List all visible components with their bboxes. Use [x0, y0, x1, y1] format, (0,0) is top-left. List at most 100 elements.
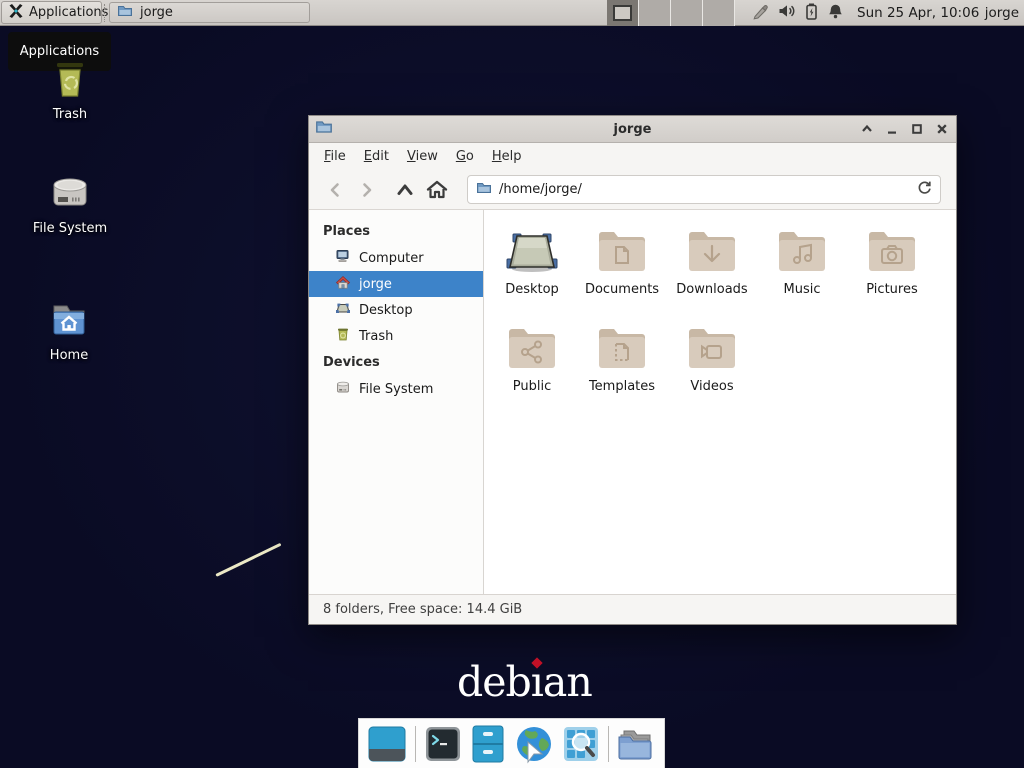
notifications-bell-icon[interactable]: [827, 3, 844, 24]
file-label: Music: [757, 282, 847, 297]
folder-icon[interactable]: [616, 724, 656, 764]
volume-icon[interactable]: [778, 3, 796, 23]
window-titlebar[interactable]: jorge: [309, 116, 956, 143]
workspace-1[interactable]: [607, 0, 639, 26]
file-label: Public: [487, 379, 577, 394]
computer-icon: [335, 248, 351, 268]
taskbar-window-label: jorge: [140, 5, 173, 20]
menu-go[interactable]: Go: [447, 145, 483, 168]
workspace-3[interactable]: [671, 0, 703, 26]
status-text: 8 folders, Free space: 14.4 GiB: [323, 602, 522, 617]
desktop-icon-trash[interactable]: Trash: [22, 55, 118, 122]
pictures-folder-icon: [847, 224, 937, 280]
location-path[interactable]: /home/jorge/: [499, 182, 910, 197]
workspace-switcher[interactable]: [607, 0, 735, 26]
file-item-documents[interactable]: Documents: [577, 224, 667, 321]
minimize-button[interactable]: [884, 121, 900, 137]
sidebar: Places Computer: [309, 210, 484, 595]
documents-folder-icon: [577, 224, 667, 280]
sidebar-item-label: Trash: [359, 329, 393, 344]
forward-button[interactable]: [351, 176, 383, 204]
file-item-music[interactable]: Music: [757, 224, 847, 321]
sidebar-item-file-system[interactable]: File System: [309, 376, 483, 402]
reload-icon[interactable]: [917, 180, 932, 199]
templates-folder-icon: [577, 321, 667, 377]
menu-view[interactable]: View: [398, 145, 447, 168]
videos-folder-icon: [667, 321, 757, 377]
web-browser-icon[interactable]: [514, 724, 554, 764]
window-folder-icon: [315, 118, 333, 140]
battery-icon[interactable]: [805, 3, 818, 24]
location-bar[interactable]: /home/jorge/: [467, 175, 941, 204]
file-label: Pictures: [847, 282, 937, 297]
terminal-icon[interactable]: [424, 724, 462, 764]
file-item-public[interactable]: Public: [487, 321, 577, 418]
downloads-folder-icon: [667, 224, 757, 280]
dock-separator: [415, 726, 416, 762]
sidebar-item-label: File System: [359, 382, 433, 397]
app-finder-icon[interactable]: [562, 724, 600, 764]
shade-button[interactable]: [859, 121, 875, 137]
debian-logo: debıan: [457, 658, 592, 706]
harddrive-icon: [22, 169, 118, 217]
sidebar-item-jorge[interactable]: jorge: [309, 271, 483, 297]
file-item-pictures[interactable]: Pictures: [847, 224, 937, 321]
file-item-downloads[interactable]: Downloads: [667, 224, 757, 321]
public-share-folder-icon: [487, 321, 577, 377]
panel-handle[interactable]: [104, 4, 107, 22]
file-item-videos[interactable]: Videos: [667, 321, 757, 418]
menu-help[interactable]: Help: [483, 145, 531, 168]
debian-logo-text: deb: [457, 658, 531, 706]
file-manager-window: jorge File Edit View Go Help: [308, 115, 957, 625]
sidebar-item-label: jorge: [359, 277, 392, 292]
file-label: Downloads: [667, 282, 757, 297]
taskbar-window-button[interactable]: jorge: [109, 2, 310, 23]
trash-icon: [335, 326, 351, 346]
menu-file[interactable]: File: [315, 145, 355, 168]
toolbar: /home/jorge/: [309, 170, 956, 210]
location-folder-icon: [476, 180, 492, 200]
file-item-templates[interactable]: Templates: [577, 321, 667, 418]
panel-username[interactable]: jorge: [985, 0, 1019, 26]
panel-clock[interactable]: Sun 25 Apr, 10:06: [857, 0, 979, 26]
desktop-icon-file-system[interactable]: File System: [22, 169, 118, 236]
menu-bar: File Edit View Go Help: [309, 143, 956, 170]
sidebar-item-computer[interactable]: Computer: [309, 245, 483, 271]
dock-separator: [608, 726, 609, 762]
music-folder-icon: [757, 224, 847, 280]
file-label: Videos: [667, 379, 757, 394]
workspace-2[interactable]: [639, 0, 671, 26]
sidebar-item-label: Computer: [359, 251, 424, 266]
sidebar-item-desktop[interactable]: Desktop: [309, 297, 483, 323]
home-icon: [335, 274, 351, 294]
back-button[interactable]: [319, 176, 351, 204]
desktop-root: Applications jorge: [0, 0, 1024, 768]
folder-icon: [117, 3, 133, 23]
desktop-icon-label: Home: [21, 348, 117, 363]
cursor-streak: [215, 543, 281, 577]
debian-logo-text: an: [543, 658, 592, 706]
maximize-button[interactable]: [909, 121, 925, 137]
menu-edit[interactable]: Edit: [355, 145, 398, 168]
file-manager-icon[interactable]: [470, 724, 506, 764]
sidebar-item-trash[interactable]: Trash: [309, 323, 483, 349]
file-item-desktop[interactable]: Desktop: [487, 224, 577, 321]
workspace-4[interactable]: [703, 0, 735, 26]
desktop-icon: [335, 300, 351, 320]
home-button[interactable]: [421, 176, 453, 204]
close-button[interactable]: [934, 121, 950, 137]
pen-tablet-icon[interactable]: [751, 2, 769, 24]
desktop-icon-label: File System: [22, 221, 118, 236]
trash-icon: [22, 55, 118, 103]
status-bar: 8 folders, Free space: 14.4 GiB: [309, 594, 956, 624]
sidebar-header-devices: Devices: [309, 349, 483, 376]
file-grid: Desktop Documents: [484, 210, 956, 595]
show-desktop-icon[interactable]: [367, 724, 407, 764]
desktop-icon-home[interactable]: Home: [21, 296, 117, 363]
sidebar-header-places: Places: [309, 218, 483, 245]
up-button[interactable]: [389, 176, 421, 204]
applications-menu-button[interactable]: Applications: [1, 1, 102, 24]
desktop-icon-label: Trash: [22, 107, 118, 122]
bottom-dock: [358, 718, 665, 768]
applications-menu-label: Applications: [29, 5, 108, 20]
